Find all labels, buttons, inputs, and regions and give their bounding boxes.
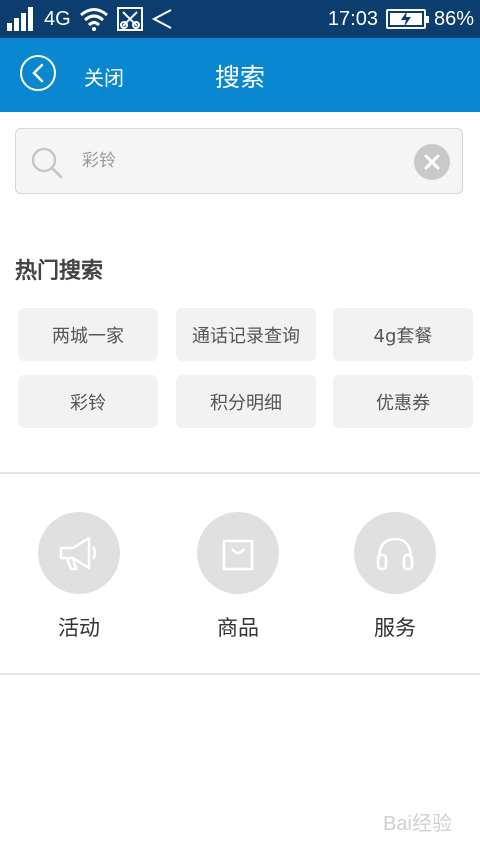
category-icon-circle xyxy=(197,512,279,594)
megaphone-icon xyxy=(59,536,97,571)
page-title: 搜索 xyxy=(214,63,265,92)
clear-search-button[interactable] xyxy=(414,144,450,180)
category-label: 服务 xyxy=(374,616,416,640)
hot-tag[interactable]: 优惠券 xyxy=(333,375,473,428)
hot-tag[interactable]: 两城一家 xyxy=(18,308,158,361)
category-services[interactable]: 服务 xyxy=(353,512,437,642)
battery-icon xyxy=(385,9,429,29)
headphones-icon xyxy=(376,537,414,571)
charging-bolt-icon xyxy=(400,11,411,27)
scissors-icon xyxy=(116,7,143,31)
signal-icon xyxy=(7,7,33,31)
network-type: 4G xyxy=(44,7,71,30)
search-input[interactable] xyxy=(82,143,402,179)
clock: 17:03 xyxy=(327,7,378,30)
shopping-bag-icon xyxy=(222,539,254,571)
search-icon xyxy=(31,147,63,179)
divider xyxy=(0,472,480,474)
search-bar xyxy=(15,128,463,194)
category-icon-circle xyxy=(354,512,436,594)
category-label: 活动 xyxy=(58,616,100,640)
hot-search-title: 热门搜索 xyxy=(15,259,104,284)
hot-tag[interactable]: 通话记录查询 xyxy=(176,308,316,361)
close-icon xyxy=(424,154,440,170)
hot-tag[interactable]: 彩铃 xyxy=(18,375,158,428)
status-bar: 4G 17:03 86% xyxy=(0,0,480,38)
app-header: 关闭 搜索 xyxy=(0,38,480,112)
battery-percent: 86% xyxy=(433,7,474,30)
category-icon-circle xyxy=(38,512,120,594)
cast-icon xyxy=(151,9,172,29)
status-left: 4G xyxy=(6,6,173,32)
hot-tag[interactable]: 4g套餐 xyxy=(333,308,473,361)
category-products[interactable]: 商品 xyxy=(196,512,280,642)
watermark: Bai经验 xyxy=(383,813,452,835)
category-label: 商品 xyxy=(217,616,259,640)
wifi-icon xyxy=(79,8,108,31)
hot-tag[interactable]: 积分明细 xyxy=(176,375,316,428)
category-activity[interactable]: 活动 xyxy=(37,512,121,642)
status-right: 17:03 86% xyxy=(328,6,474,32)
divider xyxy=(0,673,480,675)
